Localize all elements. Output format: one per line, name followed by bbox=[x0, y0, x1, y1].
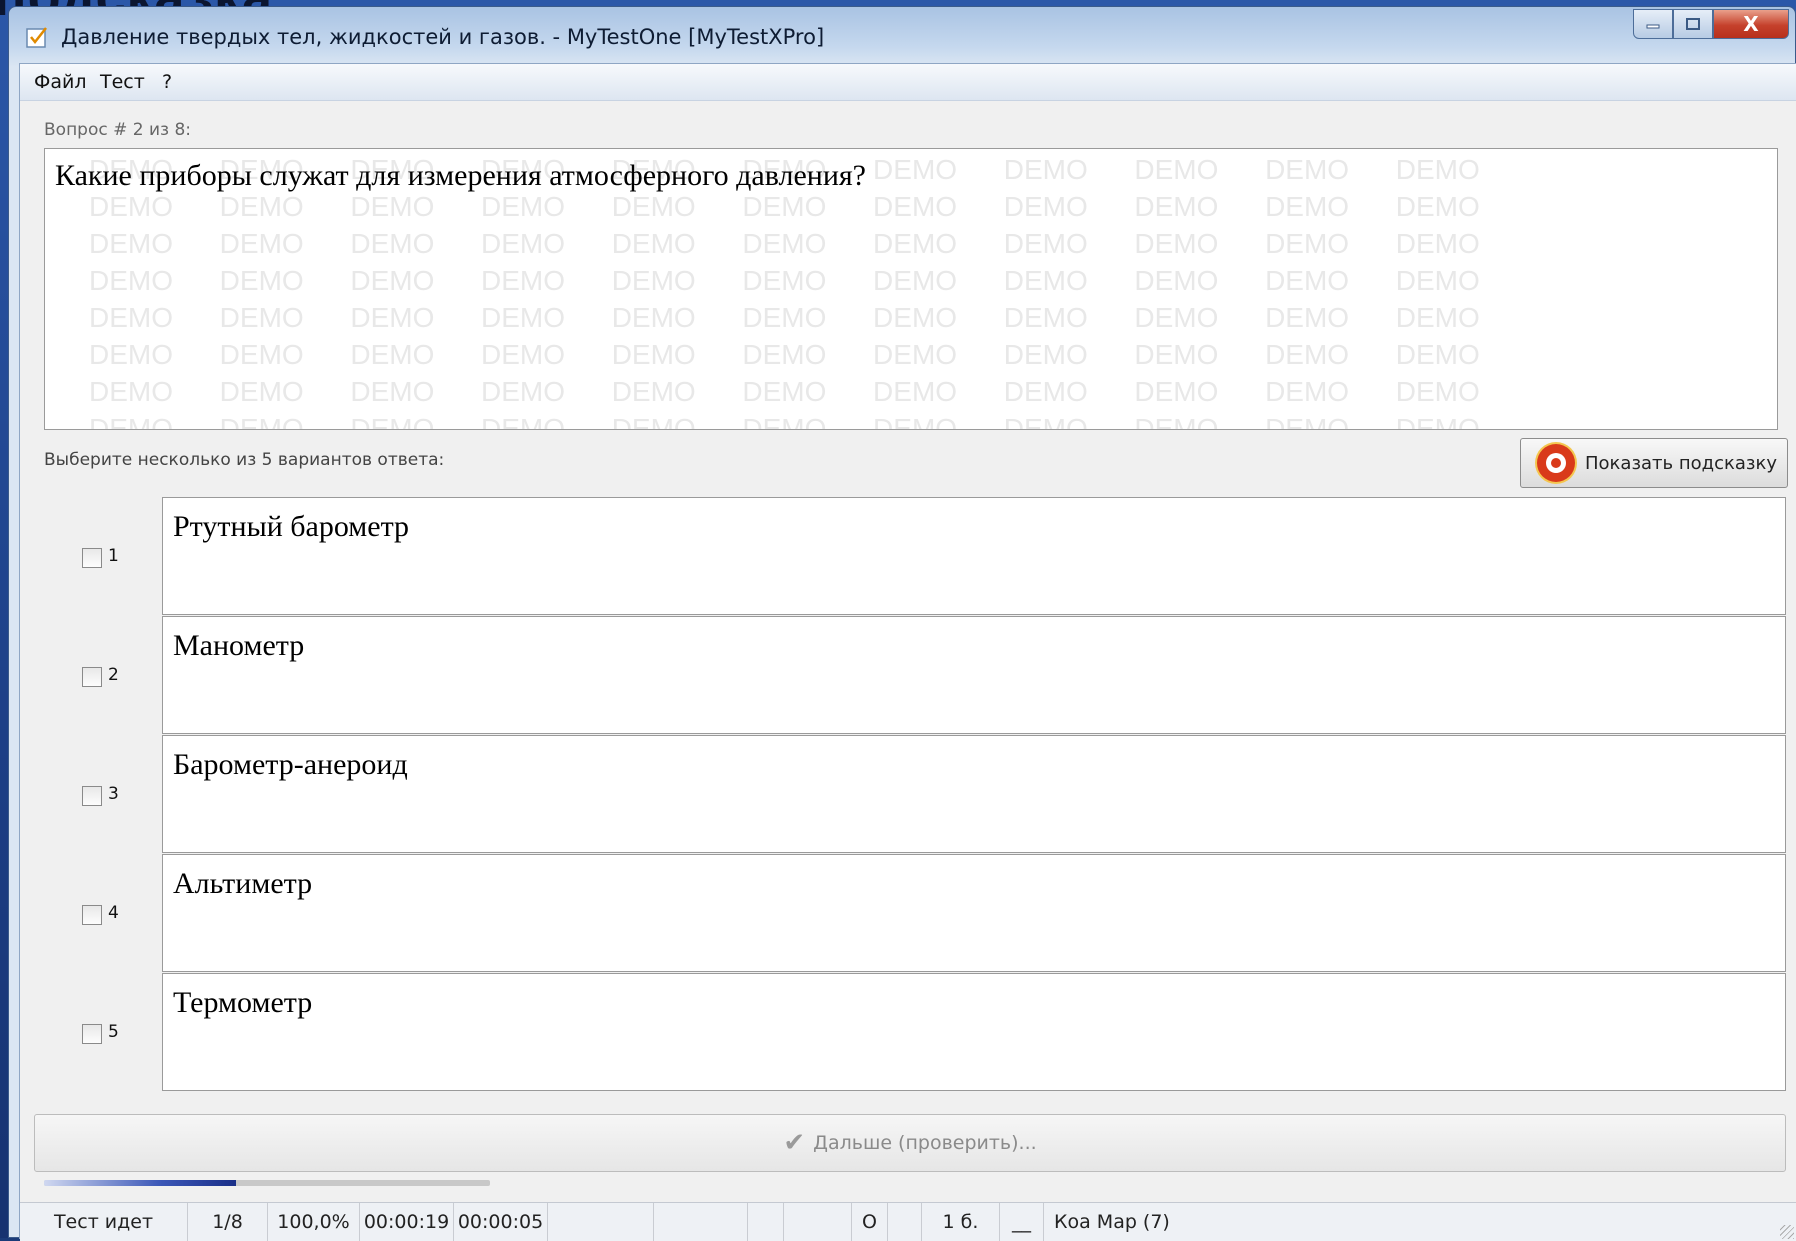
answer-text: Ртутный барометр bbox=[173, 510, 410, 543]
menu-bar: Файл Тест ? bbox=[20, 64, 1796, 101]
status-percent: 100,0% bbox=[268, 1203, 360, 1241]
status-time-total: 00:00:19 bbox=[360, 1203, 454, 1241]
answer-number: 5 bbox=[108, 1022, 119, 1042]
status-position: 1/8 bbox=[188, 1203, 268, 1241]
status-empty-5 bbox=[888, 1203, 922, 1241]
status-empty-1 bbox=[548, 1203, 654, 1241]
answer-option: 4 Альтиметр bbox=[20, 799, 1796, 972]
status-bar: Тест идет 1/8 100,0% 00:00:19 00:00:05 O… bbox=[20, 1202, 1796, 1241]
app-window: Давление твердых тел, жидкостей и газов.… bbox=[8, 6, 1796, 1241]
answer-text: Манометр bbox=[173, 629, 305, 662]
status-score: 1 б. bbox=[922, 1203, 1000, 1241]
menu-file[interactable]: Файл bbox=[34, 71, 87, 93]
menu-test[interactable]: Тест bbox=[100, 71, 145, 93]
app-icon bbox=[26, 27, 47, 48]
status-empty-4 bbox=[784, 1203, 852, 1241]
status-empty-3 bbox=[748, 1203, 784, 1241]
status-state: Тест идет bbox=[20, 1203, 188, 1241]
minimize-icon bbox=[1646, 24, 1660, 29]
answer-checkbox-5[interactable] bbox=[82, 1024, 102, 1044]
maximize-button[interactable] bbox=[1673, 9, 1713, 39]
status-time-question: 00:00:05 bbox=[454, 1203, 548, 1241]
progress-fill bbox=[44, 1180, 236, 1186]
answer-text: Барометр-анероид bbox=[173, 748, 408, 781]
question-box: DEMO DEMO DEMO DEMO DEMO DEMO DEMO DEMO … bbox=[44, 148, 1778, 430]
maximize-icon bbox=[1686, 18, 1700, 30]
status-empty-2 bbox=[654, 1203, 748, 1241]
answer-text: Альтиметр bbox=[173, 867, 313, 900]
question-text: Какие приборы служат для измерения атмос… bbox=[55, 159, 866, 192]
answer-option: 2 Манометр bbox=[20, 561, 1796, 734]
close-button[interactable]: X bbox=[1713, 9, 1789, 39]
status-o: O bbox=[852, 1203, 888, 1241]
answer-text: Термометр bbox=[173, 986, 313, 1019]
progress-bar bbox=[44, 1180, 490, 1186]
client-area: Файл Тест ? Вопрос # 2 из 8: DEMO DEMO D… bbox=[19, 63, 1796, 1241]
question-number: Вопрос # 2 из 8: bbox=[44, 120, 192, 140]
minimize-button[interactable] bbox=[1633, 9, 1673, 39]
answer-option: 1 Ртутный барометр bbox=[20, 442, 1796, 615]
resize-grip-icon[interactable] bbox=[1780, 1225, 1794, 1239]
menu-help[interactable]: ? bbox=[162, 71, 172, 93]
window-title: Давление твердых тел, жидкостей и газов.… bbox=[61, 25, 825, 49]
close-icon: X bbox=[1743, 12, 1759, 36]
status-blank: __ bbox=[1000, 1203, 1044, 1241]
next-check-button[interactable]: ✔ Дальше (проверить)... bbox=[34, 1114, 1786, 1172]
status-layout: Коа Мар (7) bbox=[1054, 1211, 1170, 1233]
checkmark-icon: ✔ bbox=[783, 1128, 806, 1158]
answer-box[interactable]: Термометр bbox=[162, 973, 1786, 1091]
answer-option: 5 Термометр bbox=[20, 918, 1796, 1091]
title-bar[interactable]: Давление твердых тел, жидкостей и газов.… bbox=[9, 7, 1795, 63]
answer-option: 3 Барометр-анероид bbox=[20, 680, 1796, 853]
next-button-label: Дальше (проверить)... bbox=[813, 1132, 1037, 1154]
